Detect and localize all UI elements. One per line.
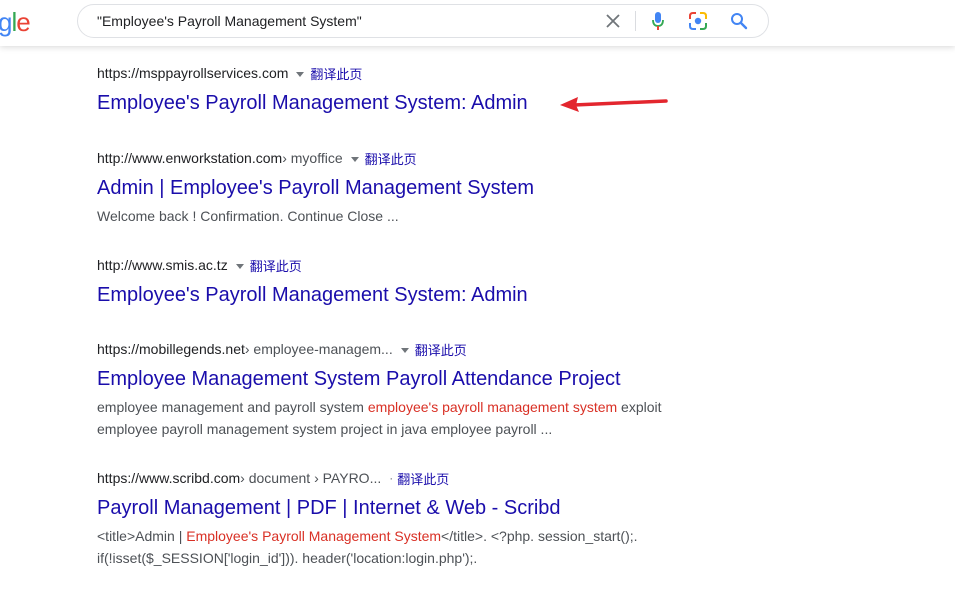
result-cite: http://www.enworkstation.com › myoffice … — [97, 149, 697, 167]
result-title-link[interactable]: Payroll Management | PDF | Internet & We… — [97, 495, 697, 521]
voice-search-button[interactable] — [647, 10, 669, 32]
result-url[interactable]: http://www.enworkstation.com — [97, 149, 282, 167]
result-snippet: <title>Admin | Employee's Payroll Manage… — [97, 525, 697, 569]
google-logo[interactable]: gle — [0, 7, 31, 37]
search-result-5: https://www.scribd.com › document › PAYR… — [97, 469, 697, 569]
result-title-link[interactable]: Employee Management System Payroll Atten… — [97, 366, 697, 392]
search-box — [77, 4, 769, 38]
snippet-text: if(!isset($_SESSION['login_id'])). heade… — [97, 550, 478, 566]
search-divider — [635, 11, 636, 31]
snippet-text: employee management and payroll system — [97, 399, 368, 415]
snippet-line: employee payroll management system proje… — [97, 418, 697, 440]
close-icon — [606, 14, 620, 28]
result-url[interactable]: https://www.scribd.com — [97, 469, 240, 487]
result-path: › document › PAYRO... — [240, 470, 382, 486]
translate-link[interactable]: 翻译此页 — [310, 66, 362, 84]
result-path: › employee-managem... — [244, 341, 393, 357]
logo-letter-g: g — [0, 7, 13, 37]
snippet-line: Welcome back ! Confirmation. Continue Cl… — [97, 205, 697, 227]
search-button[interactable] — [728, 10, 750, 32]
separator-dot-icon: · — [389, 471, 394, 485]
camera-lens-icon — [689, 12, 707, 30]
search-input[interactable] — [97, 5, 597, 37]
result-url[interactable]: https://msppayrollservices.com — [97, 64, 288, 82]
result-snippet: employee management and payroll system e… — [97, 396, 697, 440]
result-snippet: Welcome back ! Confirmation. Continue Cl… — [97, 205, 697, 227]
snippet-highlight: Employee's Payroll Management System — [186, 528, 442, 544]
lens-search-button[interactable] — [687, 10, 709, 32]
snippet-line: <title>Admin | Employee's Payroll Manage… — [97, 525, 697, 547]
translate-link[interactable]: 翻译此页 — [397, 471, 449, 489]
result-url[interactable]: http://www.smis.ac.tz — [97, 256, 228, 274]
snippet-text: <title>Admin | — [97, 528, 187, 544]
result-title-link[interactable]: Employee's Payroll Management System: Ad… — [97, 282, 697, 308]
result-url[interactable]: https://mobillegends.net — [97, 340, 245, 358]
chevron-down-icon[interactable] — [296, 71, 305, 77]
snippet-highlight: employee's payroll management system — [367, 399, 618, 415]
snippet-text: Welcome back ! Confirmation. Continue Cl… — [97, 208, 399, 224]
result-cite: https://www.scribd.com › document › PAYR… — [97, 469, 697, 487]
translate-link[interactable]: 翻译此页 — [415, 342, 467, 360]
result-path: › myoffice — [282, 150, 343, 166]
snippet-line: employee management and payroll system e… — [97, 396, 697, 418]
result-cite: http://www.smis.ac.tz 翻译此页 — [97, 256, 697, 274]
microphone-icon — [652, 12, 664, 30]
result-title-link[interactable]: Admin | Employee's Payroll Management Sy… — [97, 175, 697, 201]
search-icon — [731, 13, 748, 30]
result-cite: https://mobillegends.net › employee-mana… — [97, 340, 697, 358]
result-cite: https://msppayrollservices.com 翻译此页 — [97, 64, 697, 82]
search-result-3: http://www.smis.ac.tz 翻译此页 Employee's Pa… — [97, 256, 697, 308]
translate-link[interactable]: 翻译此页 — [365, 151, 417, 169]
red-arrow-annotation — [560, 97, 668, 112]
snippet-text: </title>. <?php. session_start();. — [441, 528, 638, 544]
chevron-down-icon[interactable] — [350, 156, 359, 162]
header-bar: gle — [0, 0, 955, 46]
search-result-4: https://mobillegends.net › employee-mana… — [97, 340, 697, 440]
search-result-2: http://www.enworkstation.com › myoffice … — [97, 149, 697, 227]
translate-link[interactable]: 翻译此页 — [250, 258, 302, 276]
logo-letter-e: e — [16, 7, 31, 37]
snippet-text: exploit — [617, 399, 662, 415]
snippet-line: if(!isset($_SESSION['login_id'])). heade… — [97, 547, 697, 569]
chevron-down-icon[interactable] — [235, 263, 244, 269]
snippet-text: employee payroll management system proje… — [97, 421, 553, 437]
clear-search-button[interactable] — [602, 10, 624, 32]
chevron-down-icon[interactable] — [400, 347, 409, 353]
